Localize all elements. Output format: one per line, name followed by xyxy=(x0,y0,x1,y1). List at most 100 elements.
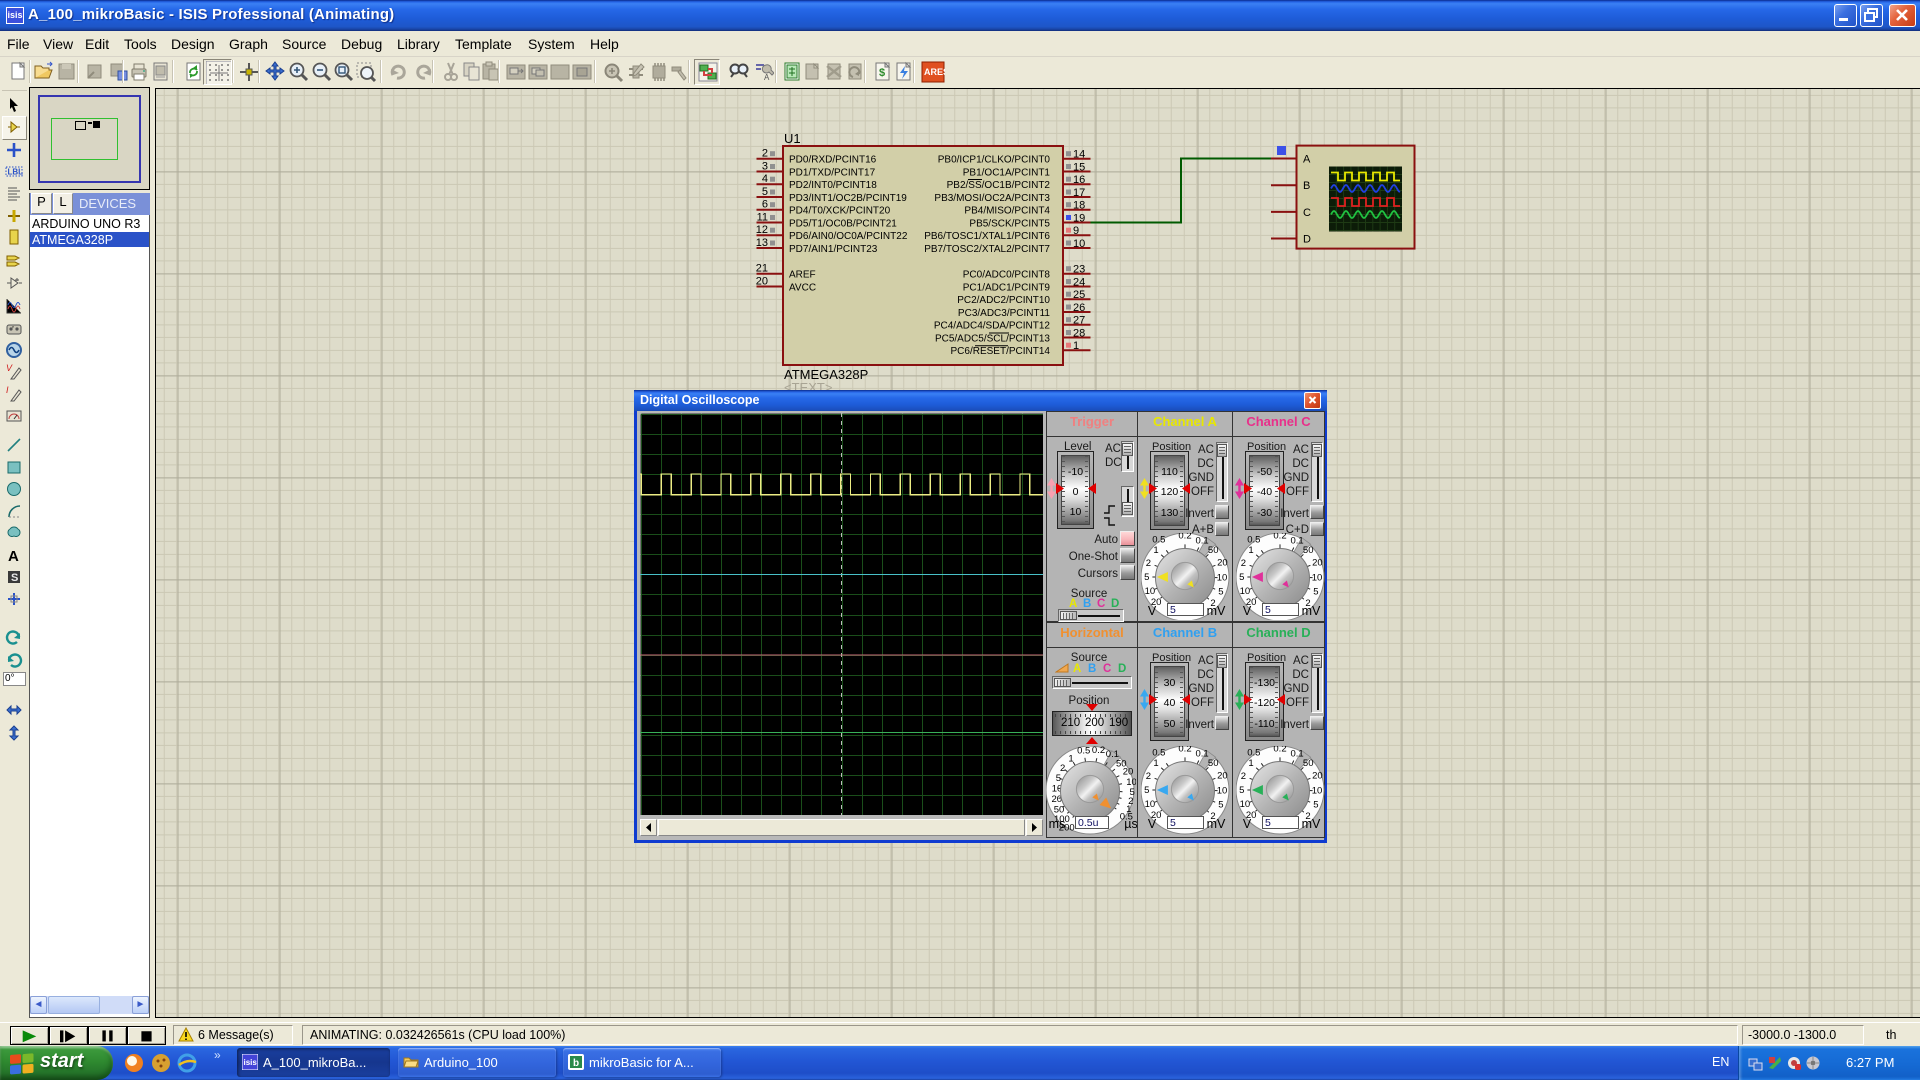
svg-text:0.2: 0.2 xyxy=(1273,746,1286,755)
svg-text:PC3/ADC3/PCINT11: PC3/ADC3/PCINT11 xyxy=(958,308,1051,319)
svg-text:PD3/INT1/OC2B/PCINT19: PD3/INT1/OC2B/PCINT19 xyxy=(789,193,907,204)
svg-text:1: 1 xyxy=(1153,545,1158,556)
svg-text:S: S xyxy=(11,572,18,584)
svg-text:5: 5 xyxy=(1239,572,1244,583)
svg-text:0.2: 0.2 xyxy=(1178,533,1191,542)
svg-text:0.2: 0.2 xyxy=(1178,746,1191,755)
svg-text:10: 10 xyxy=(1312,573,1323,584)
svg-text:5: 5 xyxy=(1218,800,1223,811)
svg-text:I: I xyxy=(6,385,9,395)
svg-text:PB3/MOSI/OC2A/PCINT3: PB3/MOSI/OC2A/PCINT3 xyxy=(934,193,1050,204)
svg-text:20: 20 xyxy=(1217,771,1228,782)
svg-text:10: 10 xyxy=(1217,786,1228,797)
svg-text:PD7/AIN1/PCINT23: PD7/AIN1/PCINT23 xyxy=(789,244,878,255)
svg-text:PD4/T0/XCK/PCINT20: PD4/T0/XCK/PCINT20 xyxy=(789,206,891,217)
svg-text:1: 1 xyxy=(1248,545,1253,556)
svg-text:13: 13 xyxy=(756,237,768,249)
svg-text:A: A xyxy=(764,73,770,82)
svg-text:PB1/OC1A/PCINT1: PB1/OC1A/PCINT1 xyxy=(963,168,1051,179)
svg-text:14: 14 xyxy=(1073,149,1085,161)
svg-text:PB4/MISO/PCINT4: PB4/MISO/PCINT4 xyxy=(964,206,1050,217)
svg-text:50: 50 xyxy=(1208,545,1219,556)
svg-text:5: 5 xyxy=(1144,785,1149,796)
svg-text:0.5: 0.5 xyxy=(1247,535,1260,546)
svg-text:AVCC: AVCC xyxy=(789,283,816,294)
svg-text:PB6/TOSC1/XTAL1/PCINT6: PB6/TOSC1/XTAL1/PCINT6 xyxy=(924,231,1050,242)
svg-text:23: 23 xyxy=(1073,264,1085,276)
svg-text:18: 18 xyxy=(1073,200,1085,212)
svg-text:0.2: 0.2 xyxy=(1092,746,1105,756)
svg-text:PC4/ADC4/SDA/PCINT12: PC4/ADC4/SDA/PCINT12 xyxy=(934,321,1051,332)
svg-text:5: 5 xyxy=(1239,785,1244,796)
svg-text:C: C xyxy=(1303,207,1311,219)
svg-text:B: B xyxy=(1303,180,1310,192)
svg-text:10: 10 xyxy=(1312,786,1323,797)
svg-text:PB7/TOSC2/XTAL2/PCINT7: PB7/TOSC2/XTAL2/PCINT7 xyxy=(924,244,1050,255)
svg-text:25: 25 xyxy=(1073,289,1085,301)
svg-text:U1: U1 xyxy=(784,131,801,146)
svg-text:PD0/RXD/PCINT16: PD0/RXD/PCINT16 xyxy=(789,155,877,166)
svg-text:PB5/SCK/PCINT5: PB5/SCK/PCINT5 xyxy=(969,219,1050,230)
svg-text:PD5/T1/OC0B/PCINT21: PD5/T1/OC0B/PCINT21 xyxy=(789,219,897,230)
svg-text:A: A xyxy=(8,548,19,564)
svg-text:ARES: ARES xyxy=(924,67,945,77)
svg-text:12: 12 xyxy=(756,224,768,236)
svg-text:0.1: 0.1 xyxy=(1195,535,1208,546)
svg-text:26: 26 xyxy=(1073,302,1085,314)
svg-text:20: 20 xyxy=(1312,558,1323,569)
svg-text:27: 27 xyxy=(1073,315,1085,327)
svg-text:1: 1 xyxy=(1073,340,1079,352)
svg-text:1: 1 xyxy=(1153,758,1158,769)
svg-text:PD6/AIN0/OC0A/PCINT22: PD6/AIN0/OC0A/PCINT22 xyxy=(789,231,908,242)
svg-text:6: 6 xyxy=(762,199,768,211)
svg-text:0.5: 0.5 xyxy=(1152,748,1165,759)
svg-text:5: 5 xyxy=(1313,587,1318,598)
svg-text:$: $ xyxy=(879,67,885,79)
svg-text:50: 50 xyxy=(1208,758,1219,769)
svg-text:50: 50 xyxy=(1303,545,1314,556)
svg-text:2: 2 xyxy=(1241,558,1246,569)
svg-text:PD1/TXD/PCINT17: PD1/TXD/PCINT17 xyxy=(789,168,876,179)
svg-text:1: 1 xyxy=(1248,758,1253,769)
svg-text:PD2/INT0/PCINT18: PD2/INT0/PCINT18 xyxy=(789,180,877,191)
svg-text:20: 20 xyxy=(756,276,768,288)
svg-text:PB2/SS/OC1B/PCINT2: PB2/SS/OC1B/PCINT2 xyxy=(947,180,1051,191)
svg-text:V: V xyxy=(6,363,13,373)
svg-text:3: 3 xyxy=(762,161,768,173)
svg-text:20: 20 xyxy=(1217,558,1228,569)
svg-text:0.1: 0.1 xyxy=(1290,535,1303,546)
svg-text:LBL: LBL xyxy=(8,168,24,177)
svg-text:20: 20 xyxy=(1123,767,1134,778)
svg-text:4: 4 xyxy=(762,173,768,185)
svg-text:15: 15 xyxy=(1073,162,1085,174)
svg-text:2: 2 xyxy=(762,148,768,160)
svg-text:16: 16 xyxy=(1073,174,1085,186)
svg-text:0.1: 0.1 xyxy=(1195,748,1208,759)
svg-text:17: 17 xyxy=(1073,187,1085,199)
svg-text:5: 5 xyxy=(762,186,768,198)
svg-text:20: 20 xyxy=(1312,771,1323,782)
svg-text:10: 10 xyxy=(1240,799,1251,810)
svg-text:PC2/ADC2/PCINT10: PC2/ADC2/PCINT10 xyxy=(957,295,1050,306)
svg-text:5: 5 xyxy=(1313,800,1318,811)
svg-text:5: 5 xyxy=(1056,773,1061,784)
svg-text:24: 24 xyxy=(1073,277,1085,289)
svg-text:10: 10 xyxy=(1145,586,1156,597)
svg-text:A: A xyxy=(1303,154,1311,166)
svg-text:19: 19 xyxy=(1073,213,1085,225)
svg-text:1: 1 xyxy=(1068,753,1073,764)
svg-text:0.1: 0.1 xyxy=(1290,748,1303,759)
svg-text:AREF: AREF xyxy=(789,270,816,281)
svg-text:28: 28 xyxy=(1073,328,1085,340)
svg-text:2: 2 xyxy=(1146,771,1151,782)
svg-text:0.5: 0.5 xyxy=(1152,535,1165,546)
svg-text:11: 11 xyxy=(757,212,768,224)
svg-text:PC5/ADC5/SCL/PCINT13: PC5/ADC5/SCL/PCINT13 xyxy=(935,334,1050,345)
svg-text:PB0/ICP1/CLKO/PCINT0: PB0/ICP1/CLKO/PCINT0 xyxy=(938,155,1051,166)
svg-text:5: 5 xyxy=(1144,572,1149,583)
svg-text:isis: isis xyxy=(244,1058,258,1067)
svg-text:PC6/RESET/PCINT14: PC6/RESET/PCINT14 xyxy=(951,346,1051,357)
svg-text:21: 21 xyxy=(756,263,768,275)
svg-text:5: 5 xyxy=(1218,587,1223,598)
svg-text:50: 50 xyxy=(1303,758,1314,769)
